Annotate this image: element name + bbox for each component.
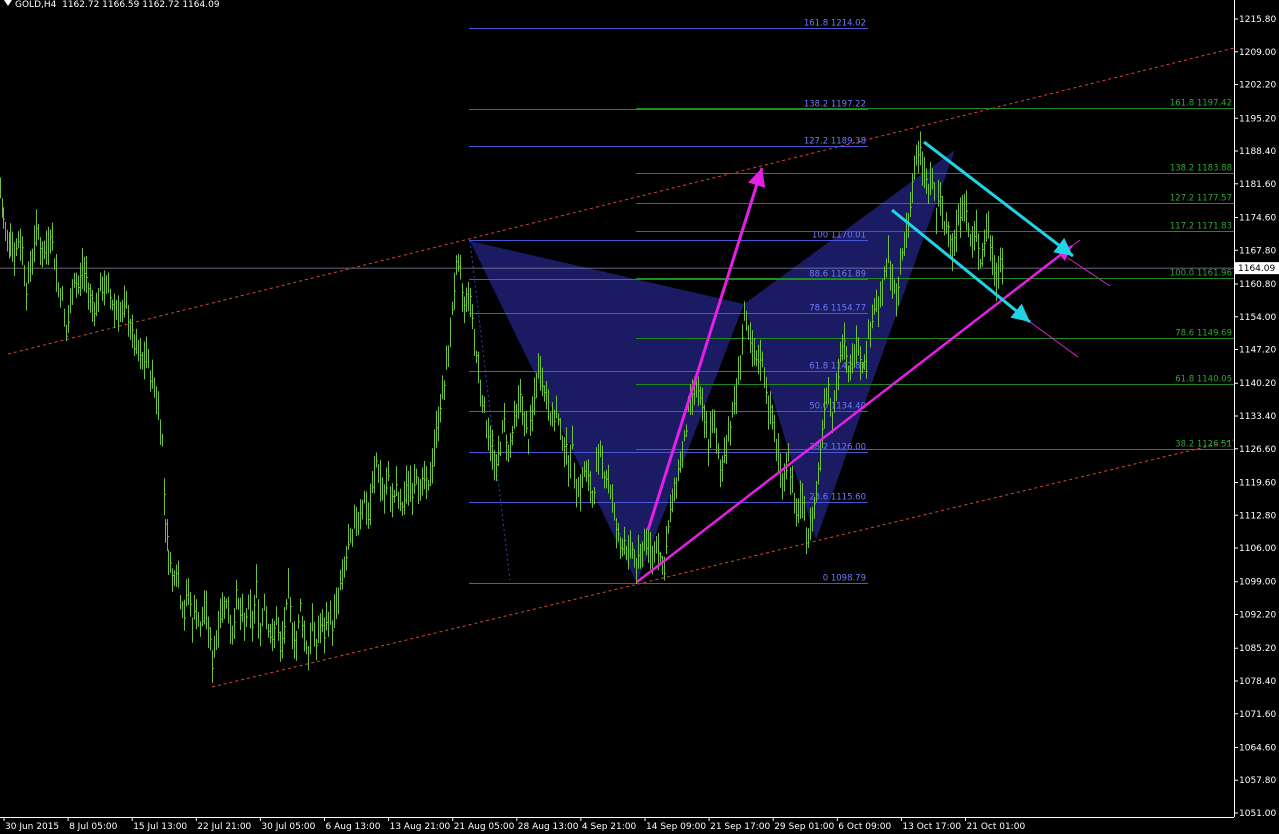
time-tick-label: 21 Sep 17:00 xyxy=(710,822,770,832)
time-tick-label: 21 Aug 05:00 xyxy=(454,822,515,832)
magenta-thin-line-1 xyxy=(1067,257,1111,287)
chevron-down-icon[interactable] xyxy=(4,0,12,6)
time-tick-label: 14 Sep 09:00 xyxy=(646,822,706,832)
price-tick-label: 1174.60 xyxy=(1239,214,1276,224)
price-chart[interactable]: 161.8 1214.02138.2 1197.22127.2 1189.381… xyxy=(0,0,1279,834)
price-tick-label: 1057.80 xyxy=(1239,776,1276,786)
time-tick-label: 8 Jul 05:00 xyxy=(69,822,118,832)
time-tick-label: 22 Jul 21:00 xyxy=(197,822,251,832)
fib-blue-label: 0 1098.79 xyxy=(823,574,866,584)
fib-green-label: 61.8 1140.05 xyxy=(1175,375,1232,385)
time-tick-label: 21 Oct 01:00 xyxy=(967,822,1026,832)
magenta-thin-line-2 xyxy=(1029,321,1079,358)
time-tick-label: 15 Jul 13:00 xyxy=(133,822,187,832)
price-tick-label: 1147.20 xyxy=(1239,346,1276,356)
time-tick-label: 4 Sep 21:00 xyxy=(582,822,637,832)
fib-green-label: 127.2 1177.57 xyxy=(1170,194,1232,204)
fib-blue-label: 61.8 1142.81 xyxy=(809,362,866,372)
time-tick-label: 30 Jun 2015 xyxy=(5,822,59,832)
fib-blue-label: 161.8 1214.02 xyxy=(804,19,866,29)
time-tick-label: 29 Sep 01:00 xyxy=(774,822,834,832)
price-tick-label: 1112.80 xyxy=(1239,511,1276,521)
butterfly-pattern xyxy=(469,150,955,583)
chart-header: GOLD,H4 1162.72 1166.59 1162.72 1164.09 xyxy=(4,0,220,10)
price-tick-label: 1195.20 xyxy=(1239,114,1276,124)
price-tick-label: 1188.40 xyxy=(1239,147,1276,157)
fib-blue-label: 23.6 1115.60 xyxy=(809,493,866,503)
fib-blue-label: 127.2 1189.38 xyxy=(804,137,866,147)
price-tick-label: 1051.00 xyxy=(1239,809,1276,819)
fib-green-label: 78.6 1149.69 xyxy=(1175,329,1232,339)
price-tick-label: 1126.60 xyxy=(1239,445,1276,455)
fib-blue-label: 78.6 1154.77 xyxy=(809,304,866,314)
price-tick-label: 1106.00 xyxy=(1239,544,1276,554)
fib-green-label: 138.2 1183.88 xyxy=(1170,164,1232,174)
price-tick-label: 1071.60 xyxy=(1239,710,1276,720)
fib-blue-label: 50.0 1134.40 xyxy=(809,402,866,412)
pattern-triangle-bcd xyxy=(744,150,955,540)
time-tick-label: 13 Oct 17:00 xyxy=(902,822,961,832)
cyan-arrow-upper xyxy=(923,140,1074,258)
fib-green-label: 161.8 1197.42 xyxy=(1170,99,1232,109)
price-tick-label: 1064.60 xyxy=(1239,743,1276,753)
price-tick-label: 1119.60 xyxy=(1239,478,1276,488)
price-tick-label: 1209.00 xyxy=(1239,48,1276,58)
price-tick-label: 1215.80 xyxy=(1239,15,1276,25)
time-tick-label: 6 Oct 09:00 xyxy=(838,822,891,832)
price-tick-label: 1181.60 xyxy=(1239,180,1276,190)
price-tick-label: 1092.20 xyxy=(1239,611,1276,621)
time-tick-label: 13 Aug 21:00 xyxy=(390,822,451,832)
price-tick-label: 1099.00 xyxy=(1239,578,1276,588)
time-tick-label: 6 Aug 13:00 xyxy=(326,822,381,832)
fib-green-label: 100.0 1161.96 xyxy=(1170,269,1232,279)
price-tick-label: 1133.40 xyxy=(1239,412,1276,422)
magenta-extension xyxy=(1071,239,1081,247)
price-tick-label: 1140.20 xyxy=(1239,379,1276,389)
price-tick-label: 1085.20 xyxy=(1239,644,1276,654)
time-tick-label: 28 Aug 13:00 xyxy=(518,822,579,832)
price-tick-label: 1160.80 xyxy=(1239,280,1276,290)
price-tick-label: 1154.00 xyxy=(1239,313,1276,323)
price-tick-label: 1167.80 xyxy=(1239,246,1276,256)
fib-green-label: 117.2 1171.83 xyxy=(1170,222,1232,232)
ohlc-values: 1162.72 1166.59 1162.72 1164.09 xyxy=(62,0,220,10)
fib-green-label: 38.2 1126.51 xyxy=(1175,440,1232,450)
current-price-label: 1164.09 xyxy=(1238,264,1275,274)
price-tick-label: 1202.20 xyxy=(1239,81,1276,91)
price-tick-label: 1078.40 xyxy=(1239,677,1276,687)
fib-blue-label: 38.2 1126.00 xyxy=(809,443,866,453)
symbol-timeframe: GOLD,H4 xyxy=(15,0,57,10)
time-tick-label: 30 Jul 05:00 xyxy=(261,822,315,832)
